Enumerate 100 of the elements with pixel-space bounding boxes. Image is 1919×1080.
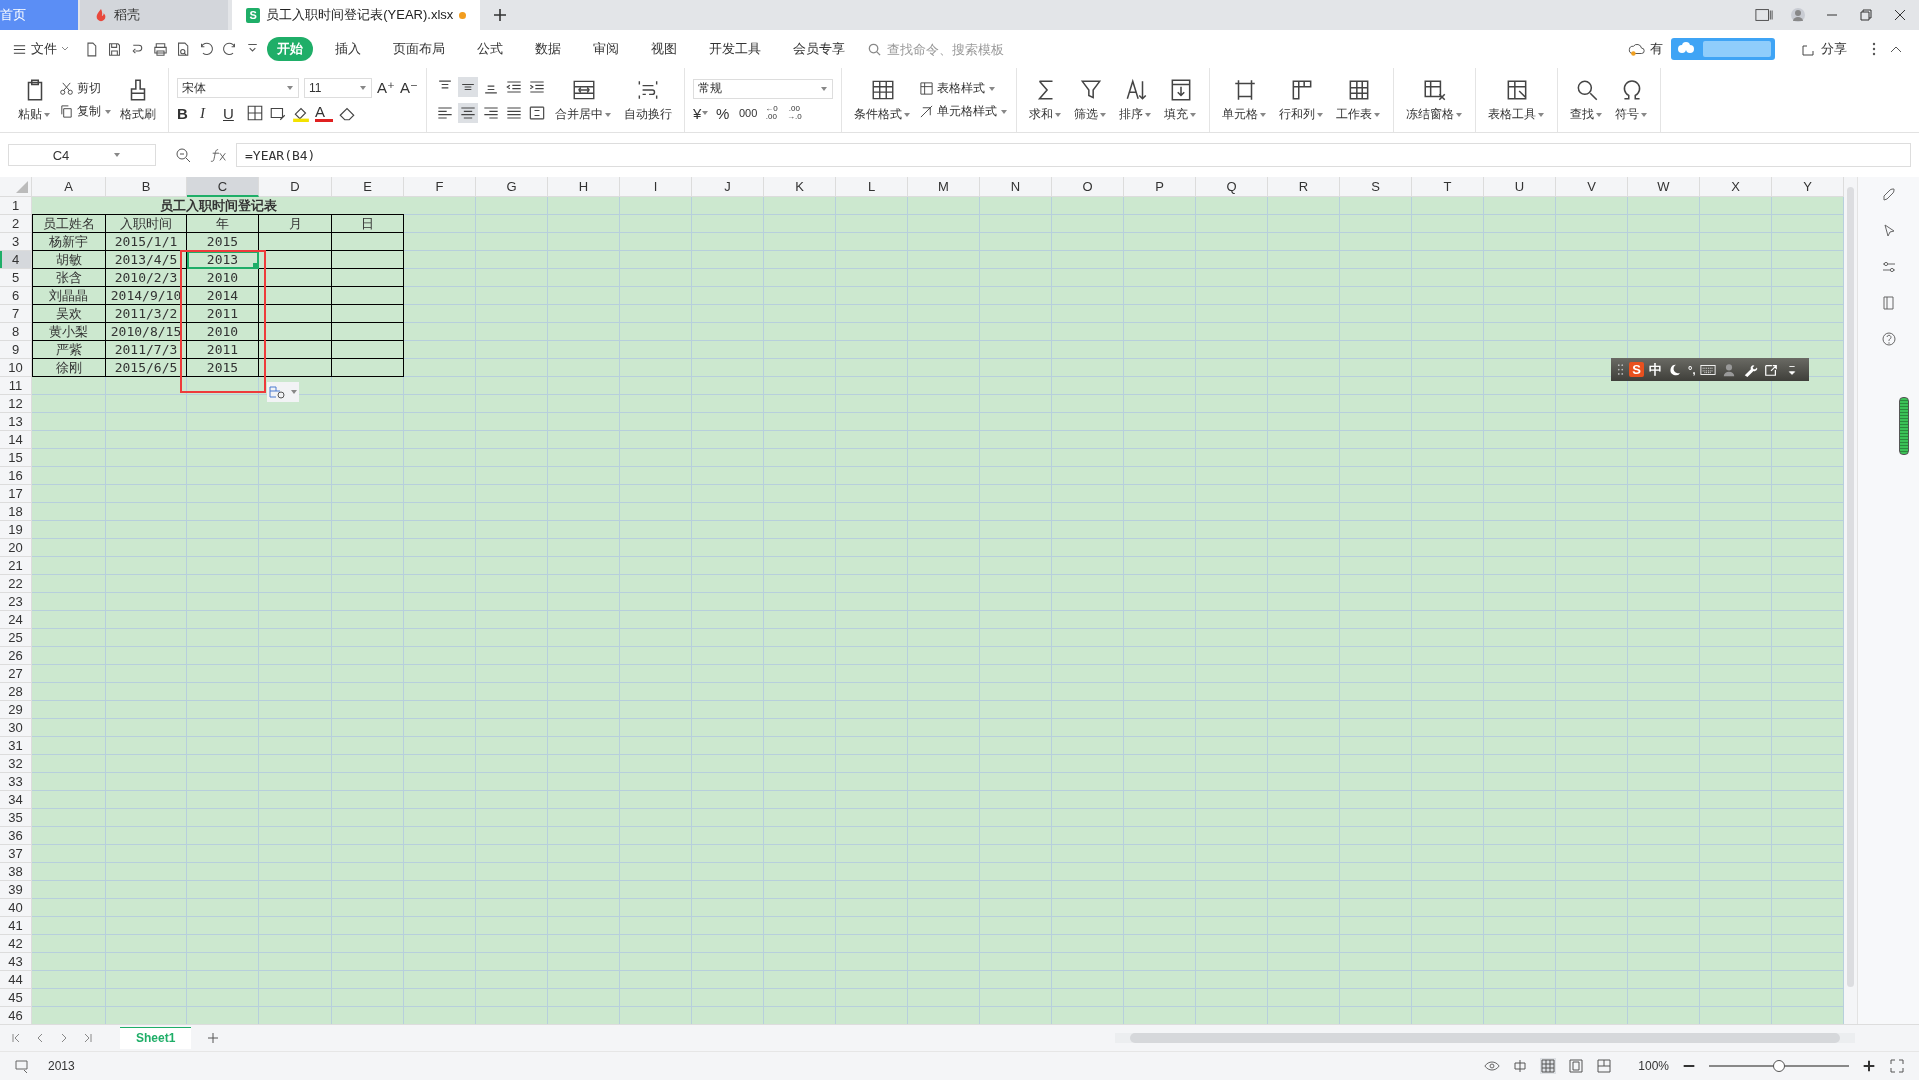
table-cell[interactable] (259, 251, 332, 269)
save-icon[interactable] (106, 40, 123, 58)
row-header[interactable]: 25 (0, 629, 32, 647)
cut-button[interactable]: 剪切 (59, 80, 112, 97)
row-header[interactable]: 24 (0, 611, 32, 629)
normal-view-icon[interactable] (1540, 1058, 1557, 1074)
table-cell[interactable]: 2011 (187, 341, 259, 359)
help-icon[interactable] (1880, 331, 1897, 347)
align-icon[interactable] (458, 77, 478, 97)
grow-font-button[interactable]: A⁺ (377, 79, 395, 97)
table-cell[interactable] (332, 341, 404, 359)
table-cell[interactable]: 2010 (187, 269, 259, 287)
window-mode-icon[interactable] (1755, 7, 1773, 23)
column-header[interactable]: G (476, 177, 548, 197)
add-tab-icon[interactable] (492, 7, 508, 23)
document-tab[interactable]: 稻壳 (80, 0, 228, 30)
upload-popup[interactable] (1671, 38, 1775, 60)
ribbon-tab[interactable]: 审阅 (583, 37, 629, 61)
page-break-icon[interactable] (1596, 1058, 1613, 1074)
table-cell[interactable]: 徐刚 (32, 359, 106, 377)
sliders-icon[interactable] (1880, 259, 1897, 275)
document-tab[interactable]: S 员工入职时间登记表(YEAR).xlsx (232, 0, 480, 30)
table-cell[interactable] (332, 233, 404, 251)
ribbon-button[interactable]: 查找 (1566, 75, 1607, 125)
format-painter-button[interactable]: 格式刷 (116, 75, 160, 125)
font-size-dropdown[interactable]: 11 (304, 78, 372, 98)
row-header[interactable]: 30 (0, 719, 32, 737)
column-header[interactable]: H (548, 177, 620, 197)
row-header[interactable]: 43 (0, 953, 32, 971)
add-decimal-button[interactable]: ←0 .00 (762, 105, 781, 121)
keyboard-icon[interactable] (1700, 362, 1717, 377)
number-format-dropdown[interactable]: 常规 (693, 78, 833, 99)
row-header[interactable]: 1 (0, 197, 32, 215)
external-icon[interactable] (1763, 362, 1780, 377)
column-header[interactable]: N (980, 177, 1052, 197)
paste-button[interactable]: 粘贴 (14, 75, 55, 125)
row-header[interactable]: 11 (0, 377, 32, 395)
formula-field[interactable]: =YEAR(B4) (236, 143, 1911, 167)
row-header[interactable]: 45 (0, 989, 32, 1007)
ime-mode-toggle[interactable]: 中 (1649, 360, 1662, 379)
table-cell[interactable]: 年 (187, 215, 259, 233)
column-header[interactable]: C (187, 177, 259, 197)
function-icon[interactable] (210, 147, 228, 163)
row-header[interactable]: 36 (0, 827, 32, 845)
table-cell[interactable] (259, 269, 332, 287)
ribbon-tab[interactable]: 开发工具 (699, 37, 771, 61)
table-cell[interactable] (259, 341, 332, 359)
table-cell[interactable]: 员工姓名 (32, 215, 106, 233)
table-style-button[interactable]: 表格样式 (919, 80, 1008, 97)
ribbon-button[interactable]: 行和列 (1275, 75, 1328, 125)
conditional-format-button[interactable]: 条件格式 (850, 75, 915, 125)
ribbon-button[interactable]: 填充 (1160, 75, 1201, 125)
share-button[interactable]: 分享 (1821, 40, 1847, 58)
row-header[interactable]: 3 (0, 233, 32, 251)
zoom-in-icon[interactable] (1861, 1058, 1877, 1074)
horizontal-scrollbar[interactable] (1115, 1033, 1855, 1043)
ribbon-tab[interactable]: 数据 (525, 37, 571, 61)
row-header[interactable]: 23 (0, 593, 32, 611)
table-cell[interactable]: 张含 (32, 269, 106, 287)
page-layout-icon[interactable] (1568, 1058, 1585, 1074)
column-header[interactable]: M (908, 177, 980, 197)
ribbon-button[interactable]: 筛选 (1070, 75, 1111, 125)
vertical-scrollbar[interactable] (1844, 177, 1857, 1024)
align-icon[interactable] (458, 103, 478, 123)
table-cell[interactable]: 2010/2/3 (106, 269, 187, 287)
wrench-icon[interactable] (1742, 362, 1759, 377)
restore-icon[interactable] (1857, 7, 1875, 23)
ribbon-button[interactable]: 表格工具 (1484, 75, 1549, 125)
table-cell[interactable] (259, 287, 332, 305)
row-header[interactable]: 2 (0, 215, 32, 233)
ribbon-tab[interactable]: 公式 (467, 37, 513, 61)
table-cell[interactable]: 2011/7/3 (106, 341, 187, 359)
remove-decimal-button[interactable]: .00 →.0 (785, 105, 804, 121)
row-header[interactable]: 12 (0, 395, 32, 413)
ime-logo[interactable]: S (1629, 362, 1644, 377)
ribbon-tab[interactable]: 页面布局 (383, 37, 455, 61)
ribbon-button[interactable]: 求和 (1025, 75, 1066, 125)
row-header[interactable]: 9 (0, 341, 32, 359)
table-cell[interactable] (259, 323, 332, 341)
row-header[interactable]: 39 (0, 881, 32, 899)
wrap-text-button[interactable]: 自动换行 (620, 75, 676, 125)
ribbon-tab[interactable]: 视图 (641, 37, 687, 61)
undo-icon[interactable] (198, 40, 215, 58)
row-header[interactable]: 41 (0, 917, 32, 935)
font-name-dropdown[interactable]: 宋体 (177, 78, 299, 98)
table-cell[interactable]: 吴欢 (32, 305, 106, 323)
row-header[interactable]: 21 (0, 557, 32, 575)
row-header[interactable]: 27 (0, 665, 32, 683)
row-header[interactable]: 14 (0, 431, 32, 449)
name-box[interactable]: C4 (8, 144, 156, 166)
row-header[interactable]: 37 (0, 845, 32, 863)
table-cell[interactable]: 2015/1/1 (106, 233, 187, 251)
column-header[interactable]: O (1052, 177, 1124, 197)
currency-button[interactable]: ¥ (693, 104, 711, 122)
cloud-icon[interactable] (1628, 41, 1646, 57)
side-handle[interactable] (1898, 397, 1909, 455)
table-cell[interactable]: 2014 (187, 287, 259, 305)
ribbon-button[interactable]: 工作表 (1332, 75, 1385, 125)
first-sheet-icon[interactable] (10, 1032, 22, 1044)
add-sheet-icon[interactable] (207, 1032, 220, 1044)
